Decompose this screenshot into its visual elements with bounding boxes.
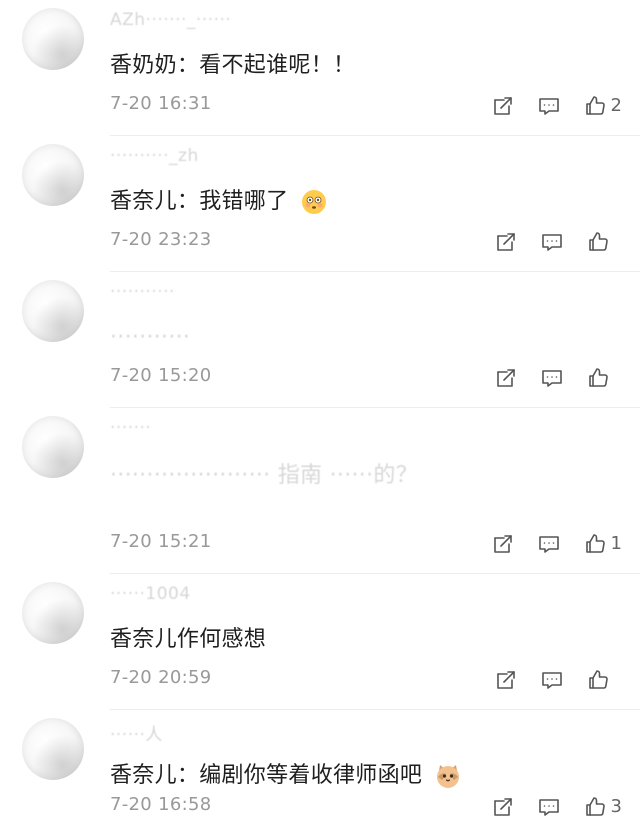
share-icon [494,668,518,692]
reply-button[interactable] [537,795,561,819]
thumbs-up-icon [583,795,607,819]
like-button[interactable] [586,668,622,692]
comment-text: 香奶奶：看不起谁呢！！ [110,51,355,81]
thumbs-up-icon [586,668,610,692]
comment-actions [494,666,622,694]
username[interactable]: ······1004 [110,584,191,604]
comment-text-content: 香奈儿：编剧你等着收律师函吧 [110,763,423,788]
comment-actions: 1 [491,530,622,558]
thumbs-up-icon [583,532,607,556]
avatar[interactable] [22,416,84,478]
comment-timestamp: 7-20 23:23 [110,229,212,250]
comment-item: ··········· ··········· 7-20 15:20 [0,272,640,408]
like-button[interactable] [586,230,622,254]
share-button[interactable] [491,532,515,556]
reply-button[interactable] [540,668,564,692]
like-count: 2 [610,95,622,116]
share-button[interactable] [494,366,518,390]
comment-text: 香奈儿：编剧你等着收律师函吧 [110,761,462,791]
comment-text-content: ······················ 指南 ······的？ [110,463,418,488]
comment-timestamp: 7-20 16:31 [110,93,212,114]
thumbs-up-icon [586,366,610,390]
username[interactable]: ··········· [110,282,175,302]
comment-item: ······· ······················ 指南 ······… [0,408,640,574]
comment-text-content: 香奈儿作何感想 [110,627,267,652]
like-button[interactable]: 2 [583,94,622,118]
comment-text: ··········· [110,323,190,353]
like-button[interactable] [586,366,622,390]
comment-timestamp: 7-20 16:58 [110,794,212,815]
comment-timestamp: 7-20 20:59 [110,667,212,688]
avatar[interactable] [22,280,84,342]
avatar[interactable] [22,582,84,644]
comment-icon [540,366,564,390]
like-count: 1 [610,533,622,554]
comment-timestamp: 7-20 15:21 [110,531,212,552]
username[interactable]: ······人 [110,720,163,745]
share-icon [491,94,515,118]
comment-icon [537,94,561,118]
comment-text: 香奈儿作何感想 [110,625,266,655]
flushed-face-icon [300,188,328,216]
comments-page: AZh·······_······ 香奶奶：看不起谁呢！！ 7-20 16:31 [0,0,640,837]
avatar[interactable] [22,718,84,780]
username[interactable]: ······· [110,418,151,438]
username[interactable]: ··········_zh [110,146,199,166]
username[interactable]: AZh·······_······ [110,10,231,30]
thumbs-up-icon [583,94,607,118]
comment-icon [537,532,561,556]
like-count: 3 [610,796,622,817]
like-button[interactable]: 3 [583,795,622,819]
comment-item: ······人 香奈儿：编剧你等着收律师函吧 7-20 16:58 3 [0,710,640,837]
comment-actions: 2 [491,92,622,120]
comment-text-content: 香奈儿：我错哪了 [110,189,289,214]
share-button[interactable] [491,94,515,118]
thumbs-up-icon [586,230,610,254]
comment-text: 香奈儿：我错哪了 [110,187,328,217]
share-button[interactable] [491,795,515,819]
share-button[interactable] [494,668,518,692]
comment-icon [537,795,561,819]
comment-actions [494,228,622,256]
avatar[interactable] [22,8,84,70]
avatar[interactable] [22,144,84,206]
comment-text-content: 香奶奶：看不起谁呢！！ [110,53,356,78]
reply-button[interactable] [537,94,561,118]
share-icon [491,532,515,556]
like-button[interactable]: 1 [583,532,622,556]
share-icon [494,230,518,254]
comment-item: ··········_zh 香奈儿：我错哪了 7-20 23:23 [0,136,640,272]
comment-item: ······1004 香奈儿作何感想 7-20 20:59 [0,574,640,710]
cat-face-icon [434,762,462,790]
comment-text: ······················ 指南 ······的？ [110,459,610,493]
comment-actions [494,364,622,392]
reply-button[interactable] [540,230,564,254]
share-button[interactable] [494,230,518,254]
share-icon [494,366,518,390]
comment-icon [540,668,564,692]
reply-button[interactable] [537,532,561,556]
comment-icon [540,230,564,254]
comment-timestamp: 7-20 15:20 [110,365,212,386]
comment-actions: 3 [491,793,622,821]
reply-button[interactable] [540,366,564,390]
comment-item: AZh·······_······ 香奶奶：看不起谁呢！！ 7-20 16:31 [0,0,640,136]
share-icon [491,795,515,819]
comment-text-content: ··········· [110,325,191,350]
